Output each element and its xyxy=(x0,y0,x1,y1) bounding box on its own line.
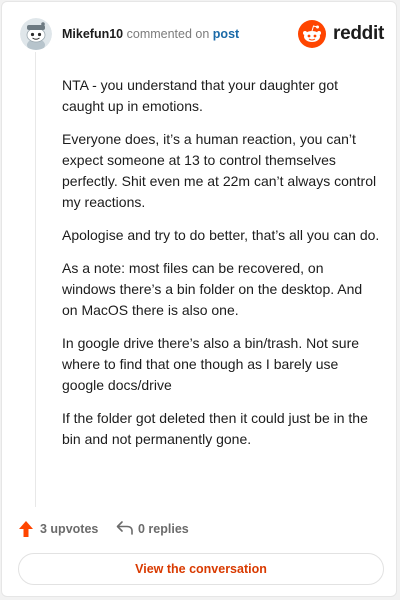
upvote-count: 3 upvotes xyxy=(40,522,99,536)
upvote-button[interactable]: 3 upvotes xyxy=(18,518,108,540)
upvote-arrow-icon xyxy=(19,521,33,537)
avatar[interactable] xyxy=(20,18,52,50)
comment-body: NTA - you understand that your daughter … xyxy=(62,75,380,462)
comment-paragraph: Apologise and try to do better, that’s a… xyxy=(62,227,380,243)
reply-count: 0 replies xyxy=(138,522,189,536)
comment-paragraph: As a note: most files can be recovered, … xyxy=(62,260,363,318)
comment-meta: Mikefun10 commented on post xyxy=(62,27,239,41)
reply-button[interactable]: 0 replies xyxy=(116,518,206,540)
reddit-wordmark: reddit xyxy=(333,23,384,44)
post-link[interactable]: post xyxy=(213,27,239,41)
snoo-avatar-icon xyxy=(20,18,52,50)
username-link[interactable]: Mikefun10 xyxy=(62,27,123,41)
view-conversation-button[interactable]: View the conversation xyxy=(18,553,384,585)
reddit-brand[interactable]: reddit xyxy=(297,20,384,48)
comment-paragraph: NTA - you understand that your daughter … xyxy=(62,77,339,114)
reply-arrow-icon xyxy=(116,521,133,535)
reddit-logo-icon xyxy=(297,20,326,48)
thread-line xyxy=(35,52,36,507)
comment-card: Mikefun10 commented on post reddit NTA -… xyxy=(1,1,397,597)
comment-paragraph: In google drive there’s also a bin/trash… xyxy=(62,335,360,393)
comment-paragraph: If the folder got deleted then it could … xyxy=(62,410,368,447)
comment-header: Mikefun10 commented on post reddit xyxy=(16,16,384,56)
comment-paragraph: Everyone does, it’s a human reaction, yo… xyxy=(62,131,377,210)
commented-on-text: commented on xyxy=(126,27,210,41)
